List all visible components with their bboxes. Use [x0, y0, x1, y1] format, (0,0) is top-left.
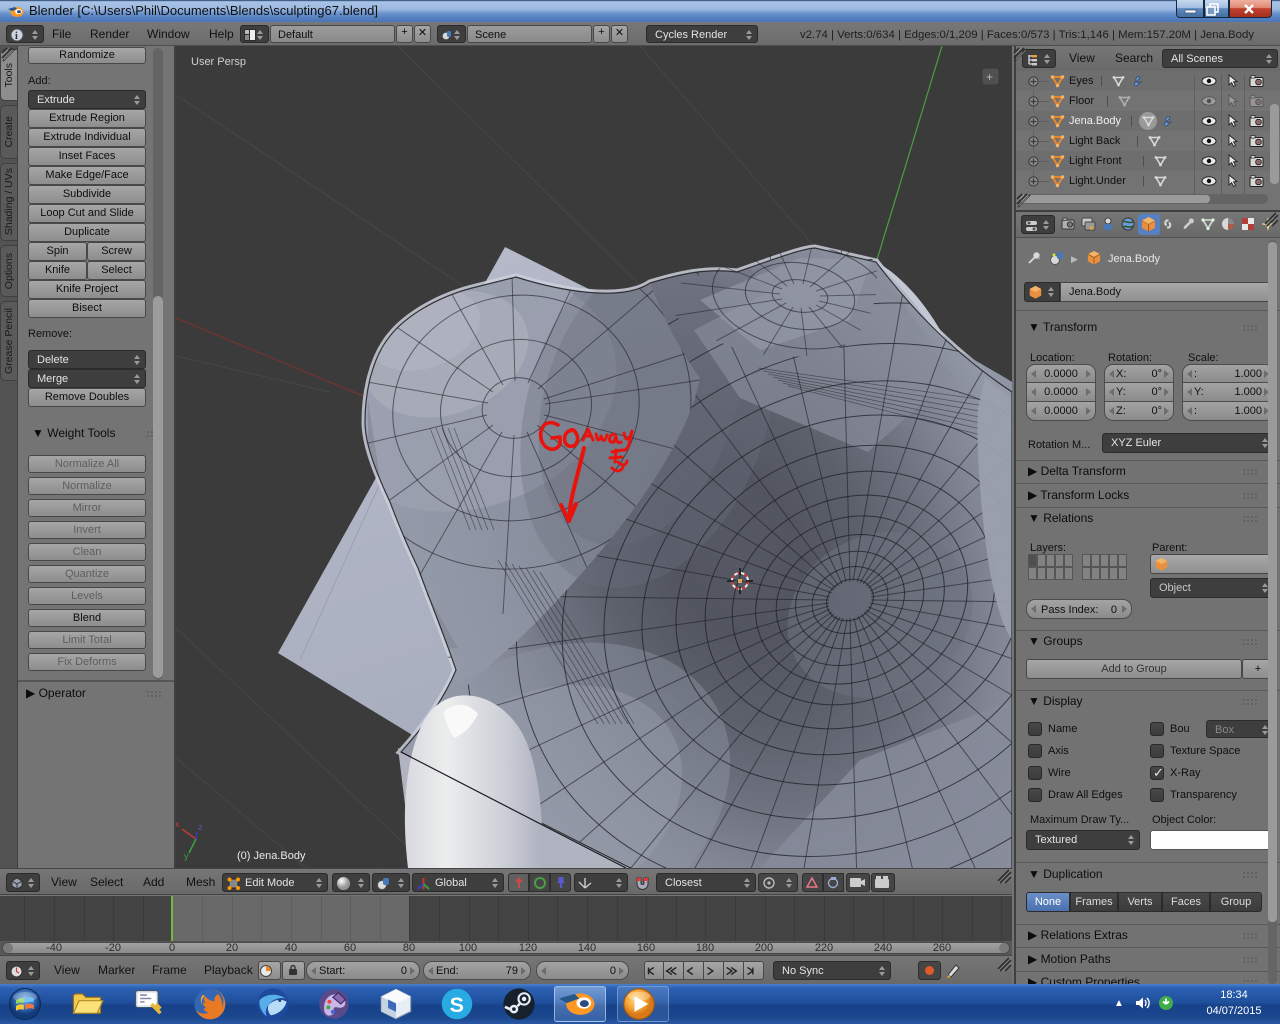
svg-text:(0) Jena.Body: (0) Jena.Body — [237, 850, 306, 862]
svg-text:y: y — [184, 851, 189, 861]
svg-text:x: x — [176, 819, 180, 829]
svg-text:z: z — [198, 822, 203, 832]
svg-text:User Persp: User Persp — [191, 56, 246, 68]
svg-text:+: + — [986, 70, 993, 84]
svg-text:i: i — [15, 31, 18, 42]
svg-text:S: S — [450, 993, 464, 1017]
